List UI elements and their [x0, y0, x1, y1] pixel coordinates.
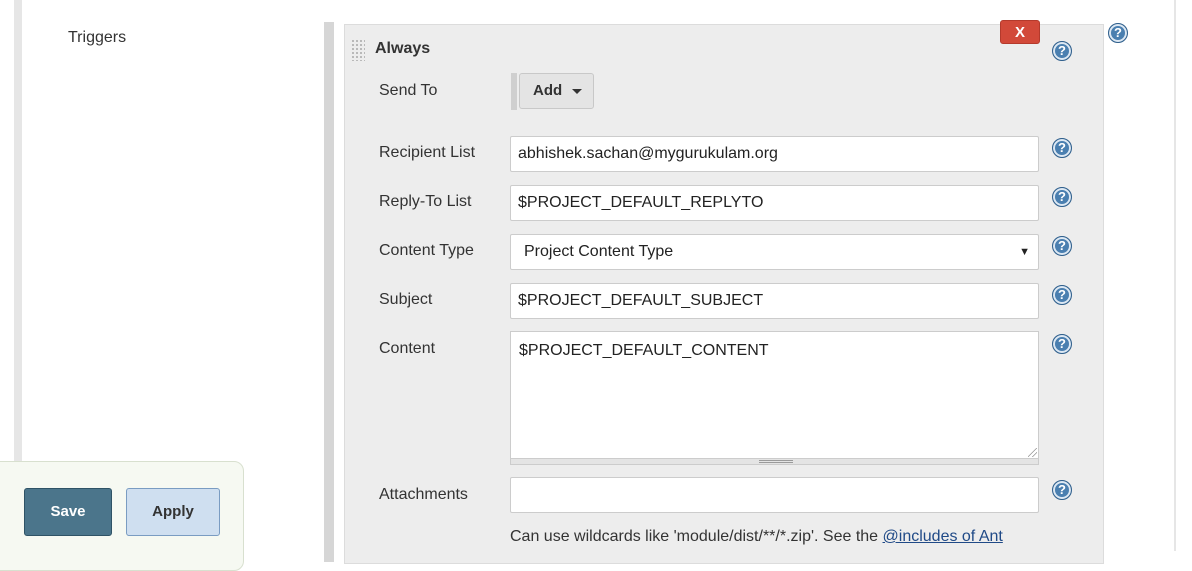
- content-textarea[interactable]: $PROJECT_DEFAULT_CONTENT: [510, 331, 1039, 459]
- ant-includes-link[interactable]: @includes of Ant: [883, 528, 1003, 545]
- reply-to-list-input[interactable]: $PROJECT_DEFAULT_REPLYTO: [510, 185, 1039, 221]
- recipient-list-label: Recipient List: [379, 144, 476, 161]
- dropdown-arrow-icon: ▼: [1019, 246, 1030, 258]
- drag-handle-icon[interactable]: [351, 39, 365, 61]
- attachments-label: Attachments: [379, 486, 468, 503]
- triggers-help-icon[interactable]: ?: [1108, 23, 1128, 43]
- recipient-list-input[interactable]: abhishek.sachan@mygurukulam.org: [510, 136, 1039, 172]
- resize-grip-icon: [759, 460, 793, 463]
- trigger-title: Always: [375, 40, 431, 57]
- textarea-resize-handle[interactable]: [510, 459, 1039, 465]
- caret-down-icon: [572, 89, 582, 94]
- add-recipient-button[interactable]: Add: [519, 73, 594, 109]
- subject-help-icon[interactable]: ?: [1052, 285, 1072, 305]
- reply-to-list-label: Reply-To List: [379, 193, 472, 210]
- content-type-selected: Project Content Type: [524, 243, 674, 260]
- attachments-input[interactable]: [510, 477, 1039, 513]
- save-button[interactable]: Save: [24, 488, 112, 536]
- content-type-select[interactable]: Project Content Type ▼: [510, 234, 1039, 270]
- attachments-help-icon[interactable]: ?: [1052, 480, 1072, 500]
- triggers-label: Triggers: [68, 29, 127, 46]
- reply-to-list-help-icon[interactable]: ?: [1052, 187, 1072, 207]
- recipient-list-help-icon[interactable]: ?: [1052, 138, 1072, 158]
- trigger-help-icon[interactable]: ?: [1052, 41, 1072, 61]
- send-to-bar: [511, 73, 517, 110]
- content-label: Content: [379, 340, 436, 357]
- send-to-label: Send To: [379, 82, 438, 99]
- content-type-label: Content Type: [379, 242, 474, 259]
- attachments-help-text: Can use wildcards like 'module/dist/**/*…: [510, 528, 1003, 546]
- resize-corner-icon[interactable]: [1028, 448, 1037, 457]
- content-text: $PROJECT_DEFAULT_CONTENT: [519, 342, 769, 359]
- add-button-label: Add: [533, 82, 563, 99]
- content-type-help-icon[interactable]: ?: [1052, 236, 1072, 256]
- content-help-icon[interactable]: ?: [1052, 334, 1072, 354]
- apply-button[interactable]: Apply: [126, 488, 220, 536]
- subject-input[interactable]: $PROJECT_DEFAULT_SUBJECT: [510, 283, 1039, 319]
- right-border: [1174, 0, 1176, 551]
- subject-label: Subject: [379, 291, 433, 308]
- delete-trigger-button[interactable]: X: [1000, 20, 1040, 44]
- attachments-help-desc: Can use wildcards like 'module/dist/**/*…: [510, 528, 883, 545]
